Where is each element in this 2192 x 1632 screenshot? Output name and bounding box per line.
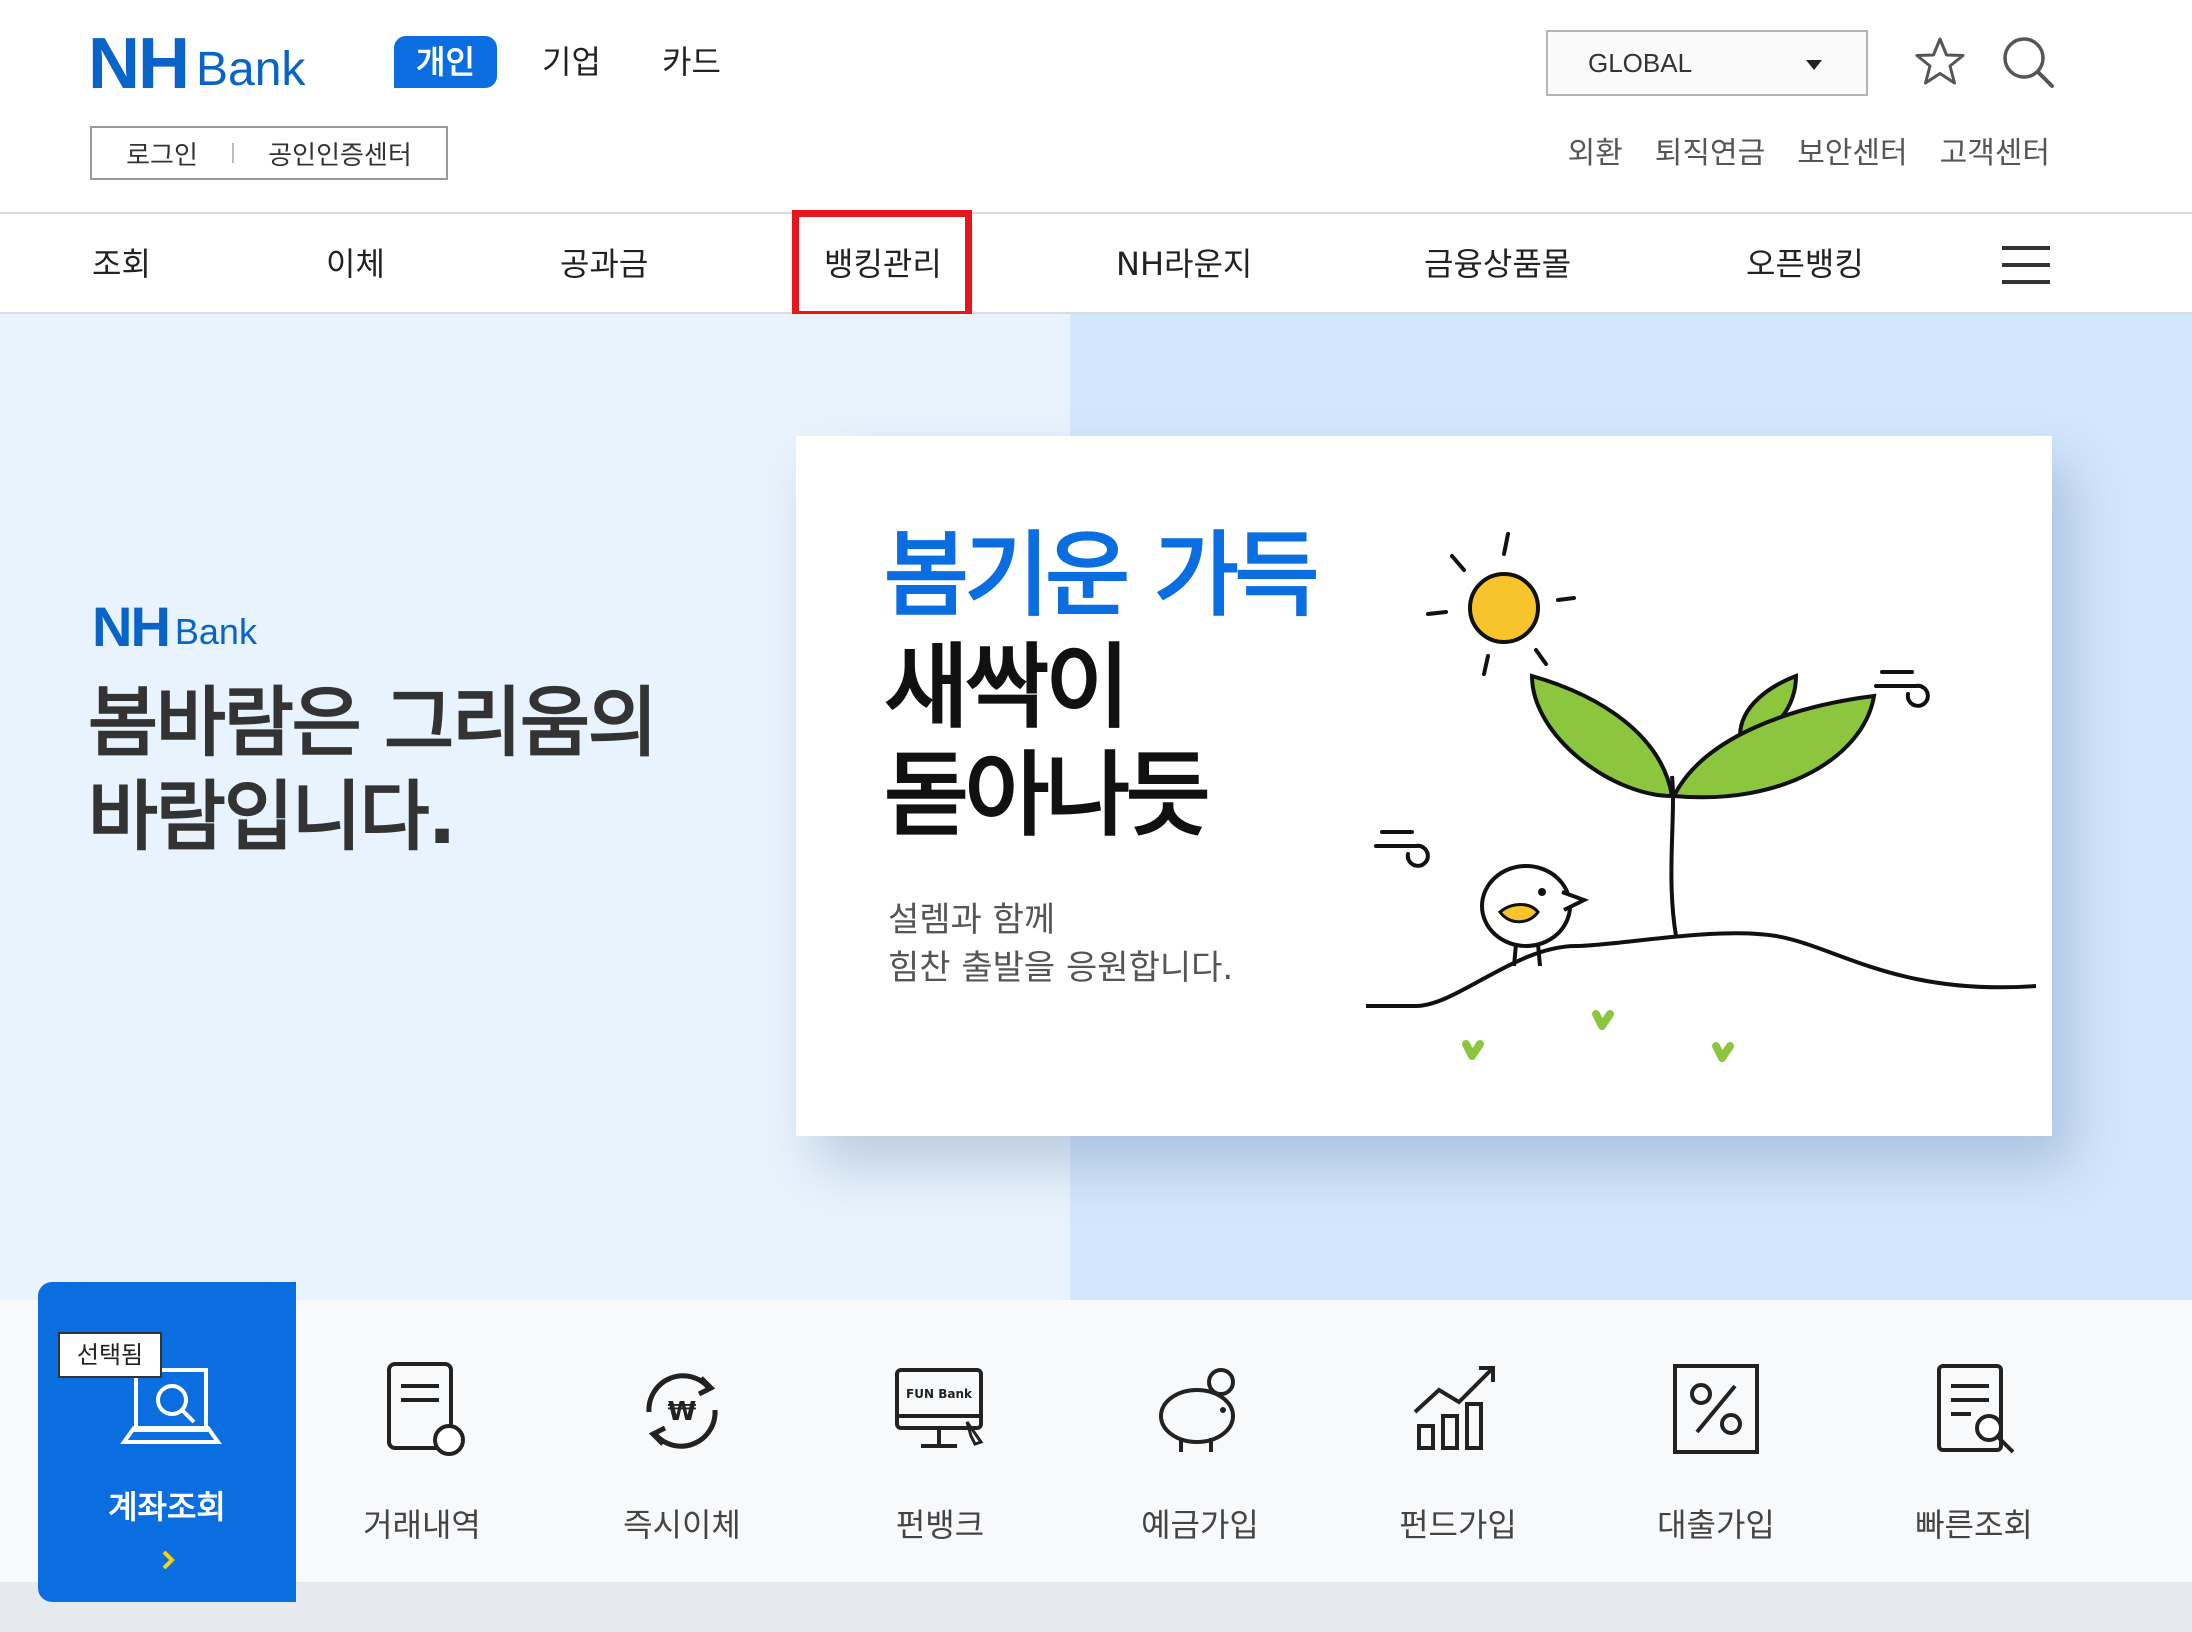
quick-menu-fund[interactable]: 펀드가입 bbox=[1358, 1356, 1558, 1546]
login-link[interactable]: 로그인 bbox=[92, 135, 232, 172]
quick-menu-label: 대출가입 bbox=[1657, 1506, 1775, 1544]
quick-menu-label: 펀드가입 bbox=[1399, 1506, 1517, 1544]
util-link-pension[interactable]: 퇴직연금 bbox=[1655, 128, 1765, 172]
quick-menu-funbank[interactable]: FUN Bank 펀뱅크 bbox=[840, 1356, 1040, 1546]
quick-menu-loan[interactable]: 대출가입 bbox=[1616, 1356, 1816, 1546]
banner-headline-black: 새싹이 돋아나듯 bbox=[884, 634, 1384, 850]
logo-nh-text: NH bbox=[88, 24, 190, 104]
quick-menu-label: 계좌조회 bbox=[108, 1488, 226, 1526]
growth-chart-icon bbox=[1413, 1366, 1495, 1450]
quick-menu-label: 빠른조회 bbox=[1915, 1506, 2033, 1544]
bird-icon bbox=[1480, 864, 1590, 967]
instant-transfer-icon: ₩ bbox=[646, 1373, 718, 1449]
global-select-value: GLOBAL bbox=[1588, 47, 1693, 78]
quick-menu-label: 즉시이체 bbox=[623, 1506, 741, 1544]
banner-headline-blue: 봄기운 가득 bbox=[884, 522, 1319, 629]
svg-text:FUN Bank: FUN Bank bbox=[906, 1387, 973, 1401]
hamburger-menu-icon[interactable] bbox=[2002, 246, 2050, 284]
hero-logo-nh: NH bbox=[92, 595, 171, 658]
banner-headline-line2: 돋아나듯 bbox=[884, 742, 1211, 849]
banner-subtext: 설렘과 함께 힘찬 출발을 응원합니다. bbox=[888, 896, 1388, 992]
sun-icon bbox=[1426, 532, 1576, 676]
nav-item-utility-bills[interactable]: 공과금 bbox=[560, 214, 648, 314]
quick-menu-quick-inquiry[interactable]: 빠른조회 bbox=[1874, 1356, 2074, 1546]
util-link-forex[interactable]: 외환 bbox=[1568, 128, 1623, 172]
nav-item-nh-lounge[interactable]: NH라운지 bbox=[1116, 214, 1252, 314]
bottom-band bbox=[0, 1582, 2192, 1632]
nav-item-inquiry[interactable]: 조회 bbox=[92, 214, 151, 314]
svg-text:₩: ₩ bbox=[668, 1397, 697, 1427]
util-link-security[interactable]: 보안센터 bbox=[1797, 128, 1907, 172]
hero-nh-bank-logo: NH Bank bbox=[92, 595, 257, 658]
nav-item-product-mall[interactable]: 금융상품몰 bbox=[1424, 214, 1571, 314]
util-link-customer[interactable]: 고객센터 bbox=[1940, 128, 2050, 172]
quick-menu-deposit[interactable]: 예금가입 bbox=[1100, 1356, 1300, 1546]
cert-center-link[interactable]: 공인인증센터 bbox=[234, 135, 446, 172]
logo-bank-text: Bank bbox=[196, 43, 306, 96]
sprout-bird-illustration bbox=[1366, 532, 2037, 1062]
caret-down-icon bbox=[1806, 60, 1822, 70]
quick-menu-label: 예금가입 bbox=[1141, 1506, 1259, 1544]
hero-title-line1: 봄바람은 그리움의 bbox=[88, 678, 658, 767]
document-search-icon bbox=[1937, 1364, 2015, 1454]
search-icon[interactable] bbox=[2000, 34, 2056, 90]
chevron-right-icon bbox=[162, 1550, 175, 1570]
utility-links: 외환 퇴직연금 보안센터 고객센터 bbox=[1568, 128, 2050, 172]
quick-menu-label: 거래내역 bbox=[363, 1506, 481, 1544]
banner-subtext-line2: 힘찬 출발을 응원합니다. bbox=[888, 948, 1234, 988]
nh-bank-logo[interactable]: NH Bank bbox=[88, 24, 306, 104]
funbank-monitor-icon: FUN Bank bbox=[895, 1368, 984, 1448]
banner-subtext-line1: 설렘과 함께 bbox=[888, 900, 1056, 940]
nav-item-open-banking[interactable]: 오픈뱅킹 bbox=[1746, 214, 1864, 314]
hero-title: 봄바람은 그리움의 바람입니다. bbox=[88, 676, 658, 864]
piggy-bank-icon bbox=[1159, 1368, 1235, 1452]
quick-menu-account-inquiry[interactable]: 계좌조회 bbox=[38, 1282, 296, 1602]
transaction-history-icon bbox=[387, 1362, 465, 1456]
segment-personal[interactable]: 개인 bbox=[394, 36, 497, 88]
quick-menu-transactions[interactable]: 거래내역 bbox=[322, 1356, 522, 1546]
star-icon[interactable] bbox=[1912, 36, 1968, 88]
auth-links: 로그인 공인인증센터 bbox=[90, 126, 448, 180]
global-language-select[interactable]: GLOBAL bbox=[1546, 30, 1868, 96]
segment-card[interactable]: 카드 bbox=[640, 36, 743, 88]
promo-banner[interactable]: 봄기운 가득 새싹이 돋아나듯 설렘과 함께 힘찬 출발을 응원합니다. bbox=[796, 436, 2052, 1136]
site-header: NH Bank 개인 기업 카드 로그인 공인인증센터 GLOBAL 외환 퇴직… bbox=[0, 0, 2192, 212]
quick-menu-instant-transfer[interactable]: ₩ 즉시이체 bbox=[582, 1356, 782, 1546]
banner-headline-line1: 새싹이 bbox=[884, 634, 1130, 741]
quick-menu-label: 펀뱅크 bbox=[895, 1506, 985, 1544]
percent-icon bbox=[1673, 1364, 1759, 1454]
hero-title-line2: 바람입니다. bbox=[88, 772, 456, 861]
main-navigation: 조회 이체 공과금 뱅킹관리 NH라운지 금융상품몰 오픈뱅킹 bbox=[0, 210, 2192, 318]
hero-logo-bank: Bank bbox=[174, 611, 257, 652]
highlight-box bbox=[792, 210, 972, 318]
segment-corporate[interactable]: 기업 bbox=[520, 36, 623, 88]
selected-tag: 선택됨 bbox=[58, 1332, 162, 1378]
nav-item-transfer[interactable]: 이체 bbox=[326, 214, 385, 314]
